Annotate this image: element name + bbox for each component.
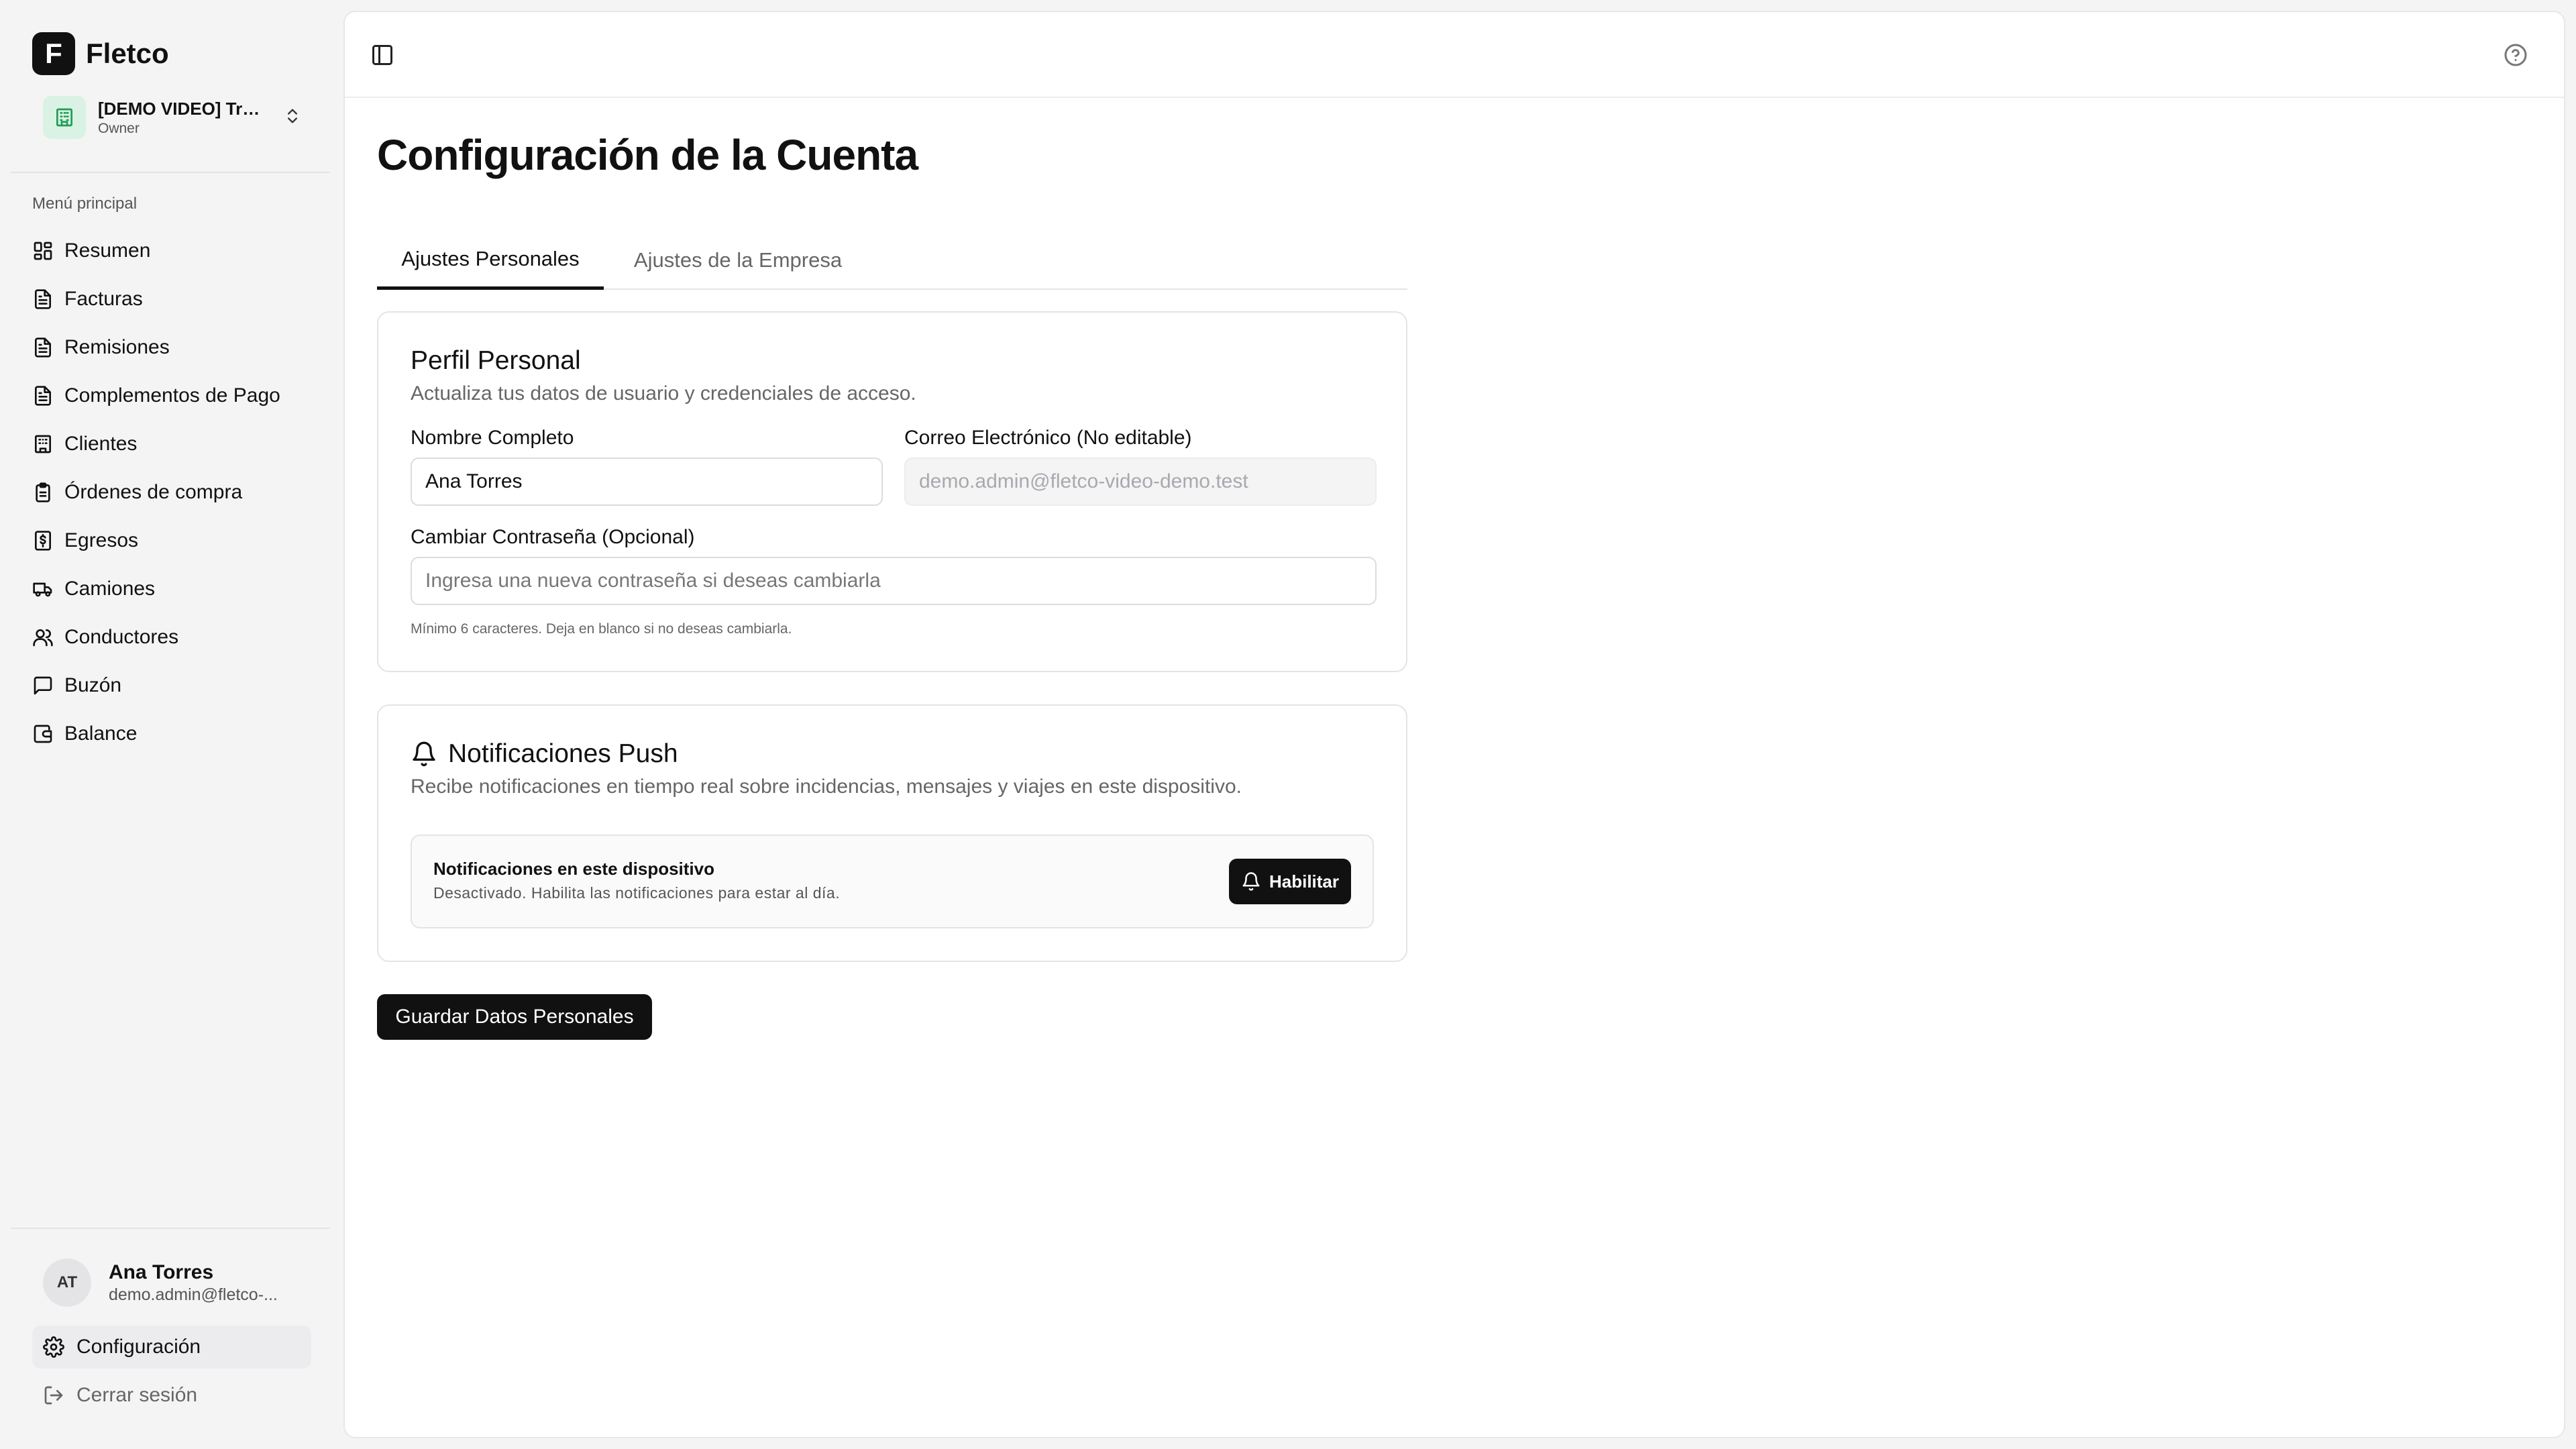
sidebar-item-label: Egresos: [64, 529, 139, 551]
sidebar-item-ordenes[interactable]: Órdenes de compra: [32, 468, 314, 517]
document-icon: [35, 289, 51, 309]
notifications-card-subtitle: Recibe notificaciones en tiempo real sob…: [411, 775, 1242, 798]
sidebar-item-camiones[interactable]: Camiones: [32, 565, 314, 613]
user-name: Ana Torres: [109, 1260, 214, 1283]
document-icon: [35, 337, 51, 358]
bell-icon: [413, 741, 435, 767]
sidebar-item-label: Conductores: [64, 626, 179, 648]
clipboard-icon: [36, 482, 50, 502]
password-hint: Mínimo 6 caracteres. Deja en blanco si n…: [411, 621, 792, 637]
gear-icon: [43, 1336, 64, 1358]
sidebar-item-label: Órdenes de compra: [64, 481, 243, 503]
wallet-icon: [34, 724, 52, 743]
sidebar-item-conductores[interactable]: Conductores: [32, 613, 314, 661]
sidebar: F Fletco [DEMO VIDEO] Tra... Owner Menú …: [0, 0, 341, 1449]
enable-notifications-label: Habilitar: [1269, 871, 1340, 892]
name-input[interactable]: [411, 458, 883, 506]
sidebar-item-label: Buzón: [64, 674, 122, 696]
tab-bar: Ajustes Personales Ajustes de la Empresa: [377, 231, 1407, 290]
truck-icon: [33, 582, 52, 597]
users-icon: [33, 629, 53, 647]
building-icon: [43, 96, 86, 139]
help-icon[interactable]: [2504, 43, 2528, 67]
profile-card-subtitle: Actualiza tus datos de usuario y credenc…: [411, 382, 916, 405]
logout-icon: [44, 1386, 63, 1405]
org-switcher[interactable]: [DEMO VIDEO] Tra... Owner: [32, 91, 314, 144]
sidebar-item-egresos[interactable]: Egresos: [32, 517, 314, 565]
sidebar-item-label: Resumen: [64, 239, 151, 262]
password-field-label: Cambiar Contraseña (Opcional): [411, 526, 695, 548]
sidebar-item-remisiones[interactable]: Remisiones: [32, 323, 314, 372]
device-notifications-row: Notificaciones en este dispositivo Desac…: [411, 835, 1374, 928]
main-panel: Configuración de la Cuenta Ajustes Perso…: [343, 11, 2565, 1438]
chevron-up-down-icon: [283, 107, 302, 129]
brand[interactable]: F Fletco: [32, 32, 169, 75]
sidebar-item-label: Camiones: [64, 578, 156, 600]
sidebar-item-label: Clientes: [64, 433, 138, 455]
brand-name: Fletco: [86, 38, 169, 69]
device-notifications-title: Notificaciones en este dispositivo: [433, 859, 714, 879]
sidebar-item-label: Remisiones: [64, 336, 170, 358]
notifications-card-title: Notificaciones Push: [448, 739, 678, 768]
device-notifications-status: Desactivado. Habilita las notificaciones…: [433, 884, 841, 902]
sidebar-item-label: Balance: [64, 722, 138, 745]
sidebar-divider: [11, 1228, 330, 1229]
sidebar-item-resumen[interactable]: Resumen: [32, 227, 314, 275]
sidebar-item-label: Facturas: [64, 288, 143, 310]
logout-button[interactable]: Cerrar sesión: [32, 1374, 311, 1417]
main-nav: Resumen Facturas Remisiones Complementos…: [32, 227, 314, 758]
avatar: AT: [43, 1258, 91, 1307]
profile-card-title: Perfil Personal: [411, 346, 581, 375]
settings-label: Configuración: [76, 1336, 201, 1358]
tab-personal[interactable]: Ajustes Personales: [377, 231, 604, 290]
notifications-card: Notificaciones Push Recibe notificacione…: [377, 704, 1407, 962]
user-email: demo.admin@fletco-...: [109, 1285, 278, 1304]
sidebar-item-clientes[interactable]: Clientes: [32, 420, 314, 468]
dashboard-icon: [34, 241, 52, 260]
document-icon: [35, 386, 51, 406]
password-input[interactable]: [411, 557, 1377, 605]
name-field-label: Nombre Completo: [411, 427, 574, 449]
email-input: [904, 458, 1377, 506]
sidebar-item-buzon[interactable]: Buzón: [32, 661, 314, 710]
notifications-card-header: Notificaciones Push: [411, 739, 678, 769]
save-personal-button[interactable]: Guardar Datos Personales: [377, 994, 652, 1040]
logout-label: Cerrar sesión: [76, 1384, 198, 1406]
tab-company[interactable]: Ajustes de la Empresa: [604, 231, 872, 290]
bell-icon: [1242, 872, 1260, 891]
brand-logo: F: [32, 32, 75, 75]
sidebar-item-label: Complementos de Pago: [64, 384, 280, 407]
sidebar-item-facturas[interactable]: Facturas: [32, 275, 314, 323]
building-icon: [35, 435, 51, 453]
org-role: Owner: [98, 120, 140, 136]
dollar-icon: [35, 531, 51, 551]
topbar: [345, 12, 2564, 98]
page-title: Configuración de la Cuenta: [377, 131, 918, 179]
section-label: Menú principal: [32, 195, 138, 213]
email-field-label: Correo Electrónico (No editable): [904, 427, 1192, 449]
user-profile[interactable]: AT Ana Torres demo.admin@fletco-...: [43, 1258, 325, 1307]
profile-card: Perfil Personal Actualiza tus datos de u…: [377, 311, 1407, 672]
sidebar-item-balance[interactable]: Balance: [32, 710, 314, 758]
org-name: [DEMO VIDEO] Tra...: [98, 98, 266, 119]
settings-button[interactable]: Configuración: [32, 1326, 311, 1368]
sidebar-item-complementos[interactable]: Complementos de Pago: [32, 372, 314, 420]
message-icon: [34, 676, 52, 695]
sidebar-toggle-icon[interactable]: [370, 43, 394, 67]
enable-notifications-button[interactable]: Habilitar: [1229, 859, 1351, 904]
sidebar-divider: [11, 172, 330, 173]
